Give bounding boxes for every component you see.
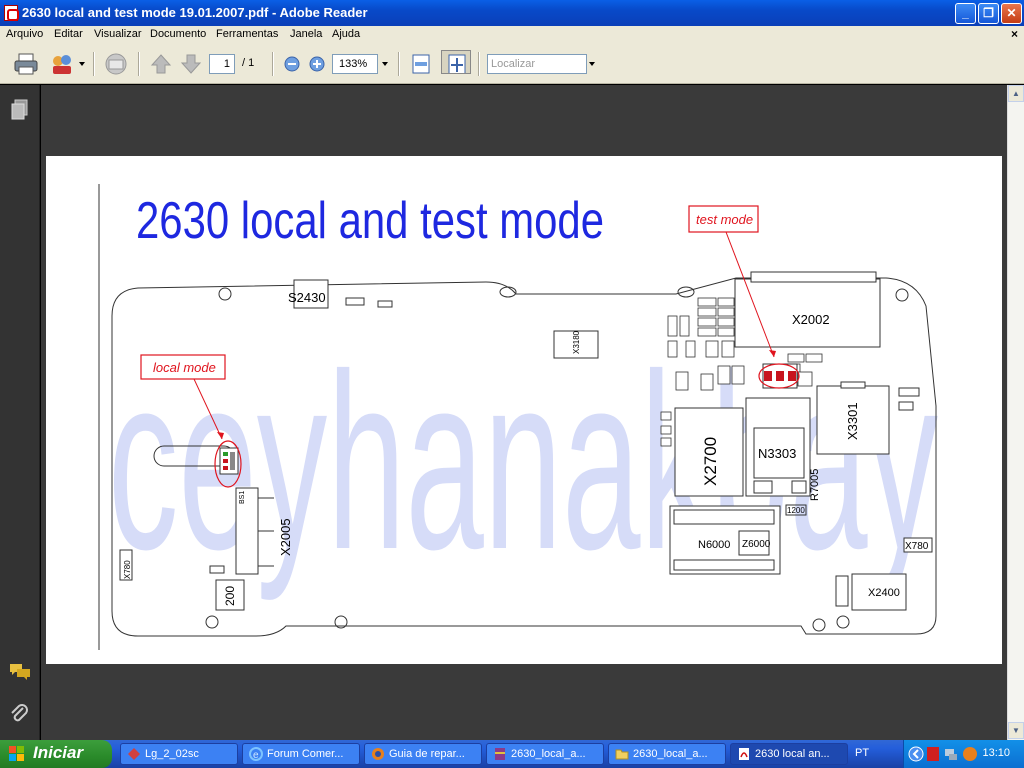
navigation-panel (0, 85, 40, 740)
email-icon[interactable] (103, 52, 129, 76)
zoom-dropdown-caret[interactable] (382, 62, 388, 66)
menu-bar: Arquivo Editar Visualizar Documento Ferr… (0, 26, 1024, 44)
language-indicator[interactable]: PT (855, 747, 869, 759)
menu-editar[interactable]: Editar (54, 28, 83, 40)
document-heading: 2630 local and test mode (136, 192, 604, 250)
previous-page-icon[interactable] (150, 52, 172, 76)
attachment-icon[interactable] (8, 703, 30, 725)
start-button[interactable]: Iniciar (0, 740, 112, 768)
taskbar-button-adobe[interactable]: 2630 local an... (730, 743, 848, 765)
close-button[interactable]: ✕ (1001, 3, 1022, 24)
winrar-icon (495, 748, 505, 760)
maximize-button[interactable]: ❐ (978, 3, 999, 24)
taskbar-button-lg[interactable]: Lg_2_02sc (120, 743, 238, 765)
print-icon[interactable] (13, 52, 39, 76)
windows-flag-icon (9, 746, 24, 761)
menu-ferramentas[interactable]: Ferramentas (216, 28, 278, 40)
taskbar-button-folder[interactable]: 2630_local_a... (608, 743, 726, 765)
page-total: / 1 (242, 57, 255, 69)
document-close-button[interactable]: × (1011, 27, 1018, 41)
pdf-page: ceyhanakbay 2630 local and test mode S24… (46, 156, 1002, 664)
label-x2400: X2400 (868, 587, 900, 599)
document-area[interactable]: ceyhanakbay 2630 local and test mode S24… (41, 85, 1007, 740)
firefox-icon (372, 748, 384, 760)
zoom-level-select[interactable]: 133% (332, 54, 378, 74)
menu-janela[interactable]: Janela (290, 28, 322, 40)
svg-text:e: e (253, 750, 259, 761)
minimize-button[interactable]: _ (955, 3, 976, 24)
ie-icon: e (249, 747, 263, 761)
find-input[interactable]: Localizar (487, 54, 587, 74)
label-1200: 1200 (787, 506, 805, 515)
scroll-up-arrow[interactable]: ▲ (1008, 85, 1024, 102)
label-x2002: X2002 (792, 312, 830, 327)
pdf-app-icon[interactable] (4, 5, 19, 21)
label-r7005: R7005 (809, 469, 821, 501)
callout-local-mode: local mode (153, 360, 216, 375)
label-x2700: X2700 (701, 437, 720, 486)
menu-visualizar[interactable]: Visualizar (94, 28, 142, 40)
window-title: 2630 local and test mode 19.01.2007.pdf … (22, 5, 368, 20)
tray-pdf-icon[interactable] (926, 746, 940, 762)
label-200: 200 (223, 586, 237, 606)
page-number-input[interactable]: 1 (209, 54, 235, 74)
label-n6000: N6000 (698, 539, 730, 551)
vertical-scrollbar[interactable]: ▲ ▼ (1007, 85, 1024, 740)
label-s2430: S2430 (288, 290, 326, 305)
app-icon (128, 748, 140, 760)
taskbar-button-guia[interactable]: Guia de repar... (364, 743, 482, 765)
taskbar: Iniciar Lg_2_02sc e Forum Comer... Guia … (0, 740, 1024, 768)
share-icon[interactable] (50, 52, 76, 76)
comments-icon[interactable] (8, 662, 32, 682)
taskbar-button-forum[interactable]: e Forum Comer... (242, 743, 360, 765)
menu-arquivo[interactable]: Arquivo (6, 28, 43, 40)
tray-expand-icon[interactable] (908, 746, 924, 762)
share-dropdown-caret[interactable] (79, 62, 85, 66)
tray-firefox-icon[interactable] (962, 746, 978, 762)
label-z6000: Z6000 (742, 539, 771, 550)
label-bs1: BS1 (239, 491, 246, 504)
next-page-icon[interactable] (180, 52, 202, 76)
label-x780-left: X780 (123, 560, 132, 579)
menu-ajuda[interactable]: Ajuda (332, 28, 360, 40)
label-x3180: X3180 (572, 330, 581, 354)
fit-width-icon[interactable] (409, 52, 433, 76)
pages-icon[interactable] (10, 99, 30, 121)
menu-documento[interactable]: Documento (150, 28, 206, 40)
toolbar: 1 / 1 133% Localizar (0, 44, 1024, 84)
clock: 13:10 (982, 747, 1010, 759)
system-tray: 13:10 (903, 740, 1024, 768)
scroll-down-arrow[interactable]: ▼ (1008, 722, 1024, 739)
pdf-icon (739, 748, 749, 760)
folder-icon (615, 749, 629, 760)
pcb-diagram: ceyhanakbay 2630 local and test mode S24… (98, 184, 938, 650)
label-n3303: N3303 (758, 446, 796, 461)
label-x780-right: X780 (905, 541, 929, 552)
zoom-in-icon[interactable] (307, 52, 327, 76)
callout-test-mode: test mode (696, 212, 753, 227)
taskbar-button-winrar[interactable]: 2630_local_a... (486, 743, 604, 765)
label-x3301: X3301 (845, 402, 860, 440)
start-label: Iniciar (33, 743, 84, 762)
find-dropdown-caret[interactable] (589, 62, 595, 66)
zoom-out-icon[interactable] (282, 52, 302, 76)
fit-page-icon[interactable] (441, 50, 471, 74)
tray-network-icon[interactable] (944, 746, 958, 762)
title-bar: 2630 local and test mode 19.01.2007.pdf … (0, 0, 1024, 26)
label-x2005: X2005 (278, 518, 293, 556)
